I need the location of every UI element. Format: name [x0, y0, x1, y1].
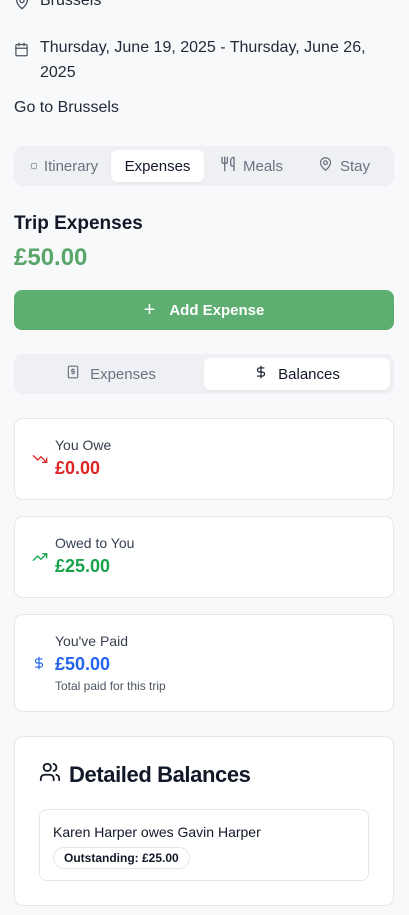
add-expense-button[interactable]: + Add Expense: [14, 290, 394, 330]
trip-page: Brussels Thursday, June 19, 2025 - Thurs…: [0, 0, 409, 915]
users-icon: [39, 761, 61, 789]
dollar-icon: [32, 615, 46, 711]
you-paid-note: Total paid for this trip: [55, 679, 166, 693]
you-paid-label: You've Paid: [55, 633, 128, 649]
utensils-icon: [220, 156, 236, 176]
calendar-icon: [14, 40, 30, 65]
detailed-balances-title: Detailed Balances: [39, 761, 251, 789]
trip-location: Brussels: [40, 0, 102, 9]
section-title: Trip Expenses: [14, 213, 143, 234]
location-row: Brussels: [14, 0, 101, 16]
tab-label: Stay: [339, 157, 370, 175]
trending-down-icon: [32, 419, 48, 499]
date-row: Thursday, June 19, 2025 - Thursday, June…: [14, 35, 384, 85]
owed-to-you-card: Owed to You £25.00: [14, 516, 394, 598]
expenses-total: £50.00: [14, 244, 88, 271]
you-paid-card: You've Paid £50.00 Total paid for this t…: [14, 614, 394, 712]
tab-stay[interactable]: Stay: [299, 150, 389, 182]
tab-label: Meals: [242, 157, 283, 175]
trip-description: Go to Brussels: [14, 99, 119, 116]
detailed-title-text: Detailed Balances: [69, 762, 251, 787]
map-pin-icon: [318, 156, 333, 176]
you-owe-value: £0.00: [55, 458, 101, 478]
status-badge: Outstanding: £25.00: [53, 847, 190, 869]
tab-label: Expenses: [124, 157, 191, 175]
you-owe-card: You Owe £0.00: [14, 418, 394, 500]
trip-tabs: Itinerary Expenses Meals Stay: [14, 146, 394, 186]
list-item: Karen Harper owes Gavin Harper Outstandi…: [39, 809, 369, 881]
expense-subtabs: Expenses Balances: [14, 354, 394, 394]
subtab-balances[interactable]: Balances: [204, 358, 390, 390]
tab-label: Itinerary: [43, 157, 99, 175]
subtab-label: Expenses: [90, 365, 156, 383]
owed-to-you-value: £25.00: [55, 556, 111, 576]
you-paid-value: £50.00: [55, 654, 111, 674]
map-pin-icon: [14, 0, 30, 16]
dollar-icon: [254, 364, 268, 384]
subtab-label: Balances: [278, 365, 340, 383]
balance-description: Karen Harper owes Gavin Harper: [53, 824, 261, 840]
subtab-expenses[interactable]: Expenses: [18, 358, 204, 390]
plus-icon: +: [143, 299, 156, 321]
add-expense-label: Add Expense: [169, 301, 265, 319]
you-owe-label: You Owe: [55, 437, 112, 453]
detailed-balances-card: Detailed Balances Karen Harper owes Gavi…: [14, 736, 394, 906]
owed-to-you-label: Owed to You: [55, 535, 135, 551]
receipt-icon: [66, 364, 80, 384]
itinerary-icon: [30, 163, 37, 169]
trending-up-icon: [32, 517, 48, 597]
trip-dates: Thursday, June 19, 2025 - Thursday, June…: [40, 39, 366, 81]
tab-itinerary[interactable]: Itinerary: [18, 150, 111, 182]
tab-meals[interactable]: Meals: [204, 150, 299, 182]
tab-expenses[interactable]: Expenses: [111, 150, 204, 182]
